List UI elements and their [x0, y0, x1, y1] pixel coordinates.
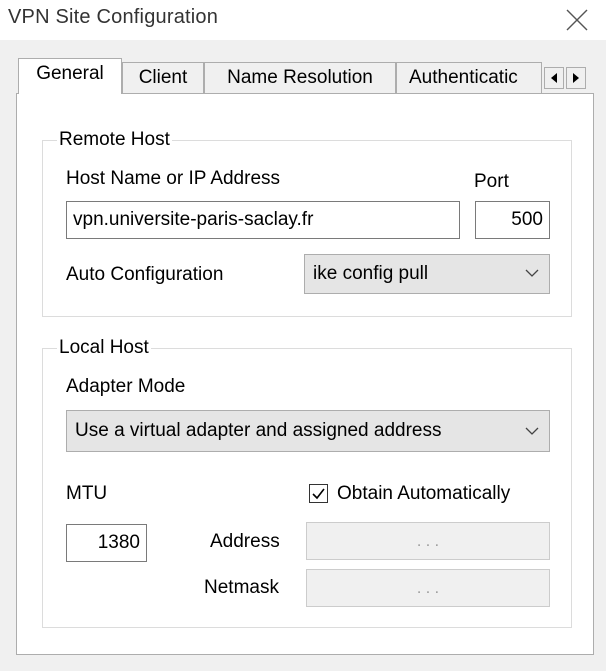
tab-client[interactable]: Client: [122, 62, 204, 93]
tab-scroll-right-button[interactable]: [566, 67, 586, 89]
chevron-down-icon: [525, 269, 539, 277]
obtain-automatically-checkbox[interactable]: [309, 484, 328, 503]
port-label: Port: [474, 171, 509, 192]
chevron-down-icon: [525, 427, 539, 435]
auto-config-value: ike config pull: [313, 263, 429, 284]
window-title: VPN Site Configuration: [8, 6, 219, 28]
host-name-input[interactable]: vpn.universite-paris-saclay.fr: [66, 201, 460, 239]
address-value: . . .: [416, 533, 440, 550]
netmask-value: . . .: [416, 580, 440, 597]
checkmark-icon: [312, 488, 325, 500]
tab-general[interactable]: General: [18, 58, 122, 94]
auto-config-label: Auto Configuration: [66, 264, 224, 285]
adapter-mode-label: Adapter Mode: [66, 376, 186, 397]
netmask-input[interactable]: . . .: [306, 569, 550, 607]
address-label: Address: [210, 531, 280, 552]
local-host-legend: Local Host: [57, 337, 151, 359]
mtu-label: MTU: [66, 483, 108, 504]
host-name-label: Host Name or IP Address: [66, 168, 281, 189]
mtu-input[interactable]: 1380: [66, 524, 147, 562]
address-input[interactable]: . . .: [306, 522, 550, 560]
tab-scroll-left-button[interactable]: [544, 67, 564, 89]
netmask-label: Netmask: [204, 577, 279, 598]
triangle-right-icon: [573, 73, 579, 83]
triangle-left-icon: [551, 73, 557, 83]
adapter-mode-value: Use a virtual adapter and assigned addre…: [75, 420, 442, 441]
obtain-automatically-label: Obtain Automatically: [337, 483, 511, 504]
adapter-mode-select[interactable]: Use a virtual adapter and assigned addre…: [66, 410, 550, 452]
tab-name-resolution[interactable]: Name Resolution: [204, 62, 396, 93]
remote-host-legend: Remote Host: [57, 129, 172, 151]
port-input[interactable]: 500: [475, 201, 550, 239]
auto-config-select[interactable]: ike config pull: [304, 254, 550, 294]
tab-authentication[interactable]: Authenticatic: [396, 62, 542, 93]
close-icon: [566, 9, 588, 31]
close-button[interactable]: [558, 0, 592, 34]
